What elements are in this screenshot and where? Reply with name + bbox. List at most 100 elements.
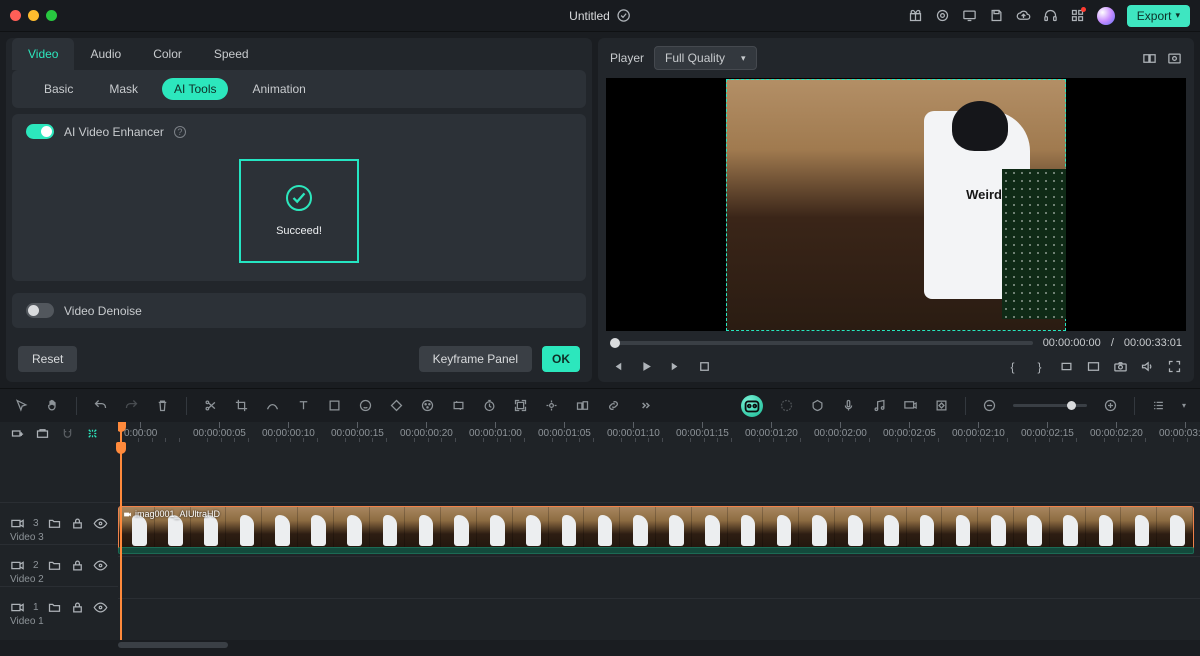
more-tools-icon[interactable] — [637, 398, 652, 413]
playback-quality-dropdown[interactable]: Full Quality ▾ — [654, 46, 757, 70]
ok-button[interactable]: OK — [542, 346, 580, 372]
eye-icon[interactable] — [93, 600, 108, 615]
undo-icon[interactable] — [93, 398, 108, 413]
tab-audio[interactable]: Audio — [74, 38, 137, 70]
save-icon[interactable] — [989, 8, 1004, 23]
ratio-icon[interactable] — [1086, 359, 1101, 374]
eye-icon[interactable] — [93, 558, 108, 573]
folder-icon[interactable] — [47, 558, 62, 573]
tracking-icon[interactable] — [513, 398, 528, 413]
stop-icon[interactable] — [697, 359, 712, 374]
zoom-in-icon[interactable] — [1103, 398, 1118, 413]
lock-icon[interactable] — [70, 558, 85, 573]
snapshot-icon[interactable] — [1167, 51, 1182, 66]
video-clip[interactable]: imag0001_AIUltraHD — [118, 506, 1194, 553]
chevron-down-icon[interactable]: ▾ — [1182, 401, 1186, 410]
chroma-icon[interactable] — [544, 398, 559, 413]
split-icon[interactable] — [203, 398, 218, 413]
marker-icon[interactable] — [810, 398, 825, 413]
close-window[interactable] — [10, 10, 21, 21]
scrub-bar[interactable] — [610, 341, 1033, 345]
fullscreen-icon[interactable] — [1167, 359, 1182, 374]
subtab-mask[interactable]: Mask — [97, 78, 150, 100]
time-ruler[interactable]: ➘ 0:00:0000:00:00:0500:00:00:1000:00:00:… — [118, 422, 1200, 444]
cloud-upload-icon[interactable] — [1016, 8, 1031, 23]
sticker-icon[interactable] — [358, 398, 373, 413]
crop-icon[interactable] — [234, 398, 249, 413]
delete-icon[interactable] — [155, 398, 170, 413]
denoise-toggle[interactable] — [26, 303, 54, 318]
redo-icon[interactable] — [124, 398, 139, 413]
minimize-window[interactable] — [28, 10, 39, 21]
apps-icon[interactable] — [1070, 8, 1085, 23]
next-frame-icon[interactable] — [668, 359, 683, 374]
audio-mix-icon[interactable] — [872, 398, 887, 413]
audio-clip[interactable] — [118, 547, 1194, 554]
tab-color[interactable]: Color — [137, 38, 198, 70]
help-icon[interactable]: ? — [174, 126, 186, 138]
user-avatar[interactable] — [1097, 7, 1115, 25]
lock-icon[interactable] — [70, 516, 85, 531]
tab-speed[interactable]: Speed — [198, 38, 265, 70]
tab-video[interactable]: Video — [12, 38, 74, 70]
mask-icon[interactable] — [327, 398, 342, 413]
volume-icon[interactable] — [1140, 359, 1155, 374]
maximize-window[interactable] — [46, 10, 57, 21]
track-lanes[interactable]: imag0001_AIUltraHD — [118, 444, 1200, 640]
track-lane[interactable]: imag0001_AIUltraHD — [118, 502, 1200, 556]
list-view-icon[interactable] — [1151, 398, 1166, 413]
camera-icon[interactable] — [1113, 359, 1128, 374]
pointer-tool-icon[interactable] — [14, 398, 29, 413]
play-icon[interactable] — [639, 359, 654, 374]
track-lane[interactable] — [118, 556, 1200, 598]
subtab-basic[interactable]: Basic — [32, 78, 85, 100]
subtab-ai-tools[interactable]: AI Tools — [162, 78, 228, 100]
preview-viewport[interactable]: Weird — [606, 78, 1186, 331]
add-track-icon[interactable] — [10, 426, 25, 441]
timeline-h-scrollbar[interactable] — [0, 640, 1200, 650]
mark-out-icon[interactable]: } — [1032, 359, 1047, 374]
zoom-out-icon[interactable] — [982, 398, 997, 413]
adjustment-icon[interactable] — [451, 398, 466, 413]
bin-icon[interactable] — [35, 426, 50, 441]
playhead[interactable] — [120, 422, 122, 444]
mark-in-icon[interactable]: { — [1005, 359, 1020, 374]
record-icon[interactable] — [935, 8, 950, 23]
clip-trim-icon[interactable] — [1059, 359, 1074, 374]
linked-select-icon[interactable] — [85, 426, 100, 441]
folder-icon[interactable] — [47, 516, 62, 531]
prev-frame-icon[interactable] — [610, 359, 625, 374]
ai-enhancer-toggle[interactable] — [26, 124, 54, 139]
speed-icon[interactable] — [482, 398, 497, 413]
export-button[interactable]: Export ▾ — [1127, 5, 1190, 27]
compare-view-icon[interactable] — [1142, 51, 1157, 66]
voiceover-icon[interactable] — [841, 398, 856, 413]
keyframe-tool-icon[interactable] — [389, 398, 404, 413]
eye-icon[interactable] — [93, 516, 108, 531]
subtab-animation[interactable]: Animation — [240, 78, 317, 100]
playhead-line[interactable] — [120, 444, 122, 640]
lock-icon[interactable] — [70, 600, 85, 615]
ai-copilot-icon[interactable] — [741, 395, 763, 417]
color-tool-icon[interactable] — [420, 398, 435, 413]
track-header-video-1[interactable]: 1Video 1 — [0, 586, 118, 628]
zoom-slider[interactable] — [1013, 404, 1087, 407]
track-header-video-3[interactable]: 3Video 3 — [0, 502, 118, 544]
track-lane[interactable] — [118, 598, 1200, 640]
group-icon[interactable] — [575, 398, 590, 413]
render-icon[interactable] — [779, 398, 794, 413]
hand-tool-icon[interactable] — [45, 398, 60, 413]
keyframe-diamond-icon[interactable] — [934, 398, 949, 413]
headphones-icon[interactable] — [1043, 8, 1058, 23]
monitor-icon[interactable] — [962, 8, 977, 23]
record-screen-icon[interactable] — [903, 398, 918, 413]
link-icon[interactable] — [606, 398, 621, 413]
keyframe-panel-button[interactable]: Keyframe Panel — [419, 346, 532, 372]
gift-icon[interactable] — [908, 8, 923, 23]
reset-button[interactable]: Reset — [18, 346, 77, 372]
speed-ramp-icon[interactable] — [265, 398, 280, 413]
magnet-icon[interactable] — [60, 426, 75, 441]
text-icon[interactable] — [296, 398, 311, 413]
folder-icon[interactable] — [47, 600, 62, 615]
track-header-video-2[interactable]: 2Video 2 — [0, 544, 118, 586]
